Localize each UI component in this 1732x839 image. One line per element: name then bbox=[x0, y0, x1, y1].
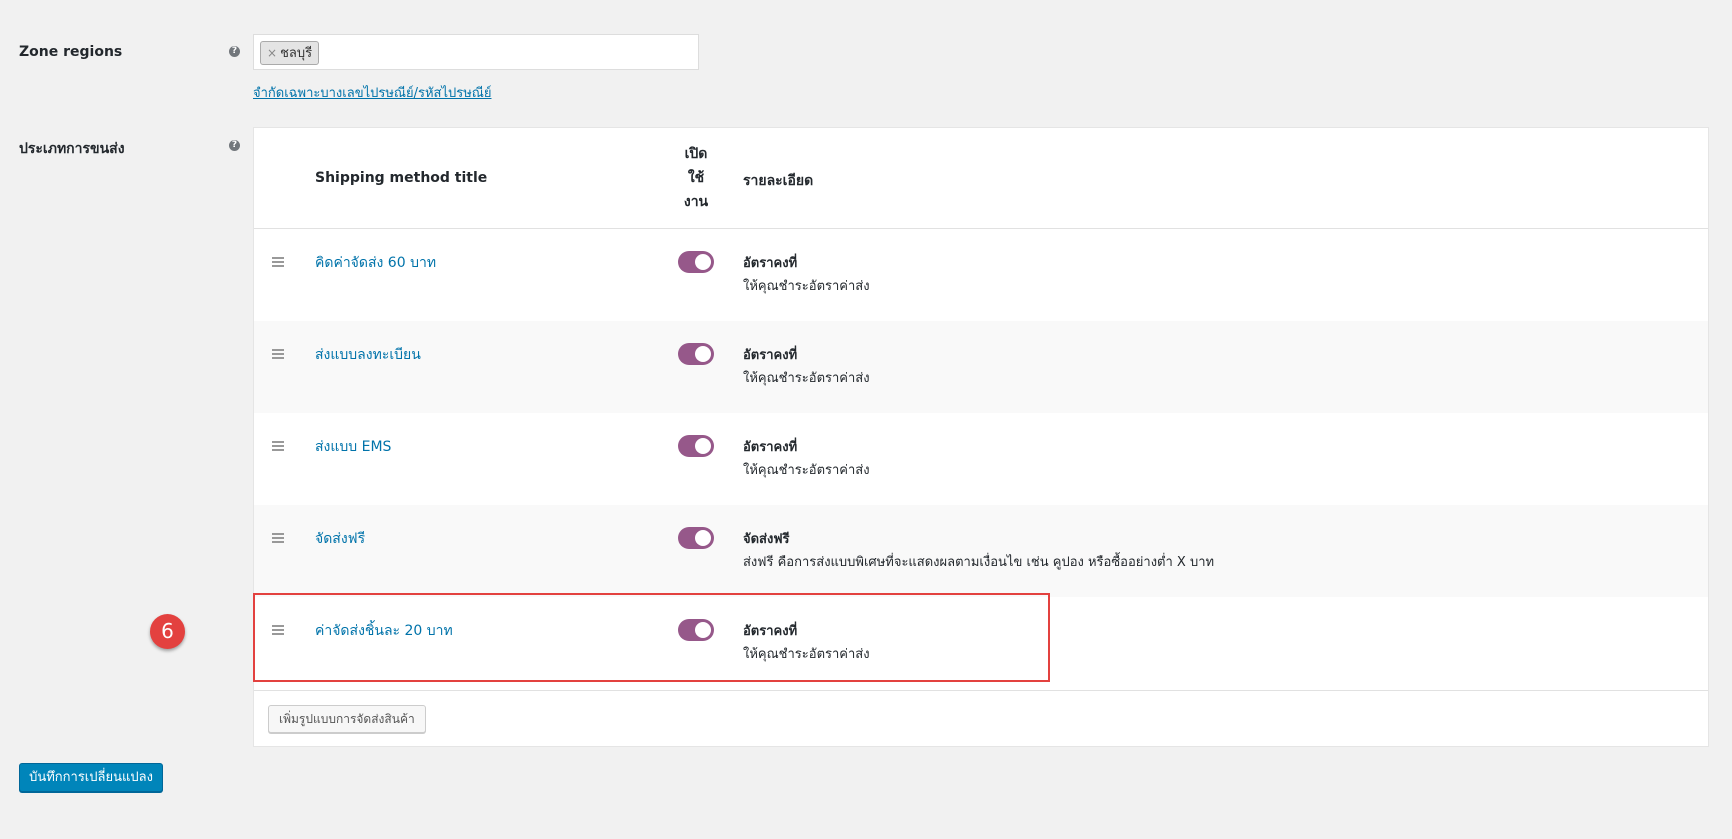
method-type: จัดส่งฟรี bbox=[743, 532, 790, 547]
zone-regions-label: Zone regions bbox=[19, 44, 123, 60]
method-type: อัตราคงที่ bbox=[743, 624, 798, 639]
enabled-toggle[interactable] bbox=[678, 435, 714, 457]
chip-remove-icon[interactable]: × bbox=[267, 46, 277, 60]
method-description: ให้คุณชำระอัตราค่าส่ง bbox=[743, 647, 870, 662]
enabled-toggle[interactable] bbox=[678, 619, 714, 641]
header-description: รายละเอียด bbox=[743, 173, 814, 189]
method-description: ให้คุณชำระอัตราค่าส่ง bbox=[743, 279, 870, 294]
limit-postcodes-link[interactable]: จำกัดเฉพาะบางเลขไปรษณีย์/รหัสไปรษณีย์ bbox=[253, 82, 491, 103]
method-type: อัตราคงที่ bbox=[743, 440, 798, 455]
table-row: จัดส่งฟรี จัดส่งฟรี ส่งฟรี คือการส่งแบบพ… bbox=[254, 505, 1708, 597]
method-title-link[interactable]: จัดส่งฟรี bbox=[315, 528, 365, 550]
drag-handle-icon[interactable] bbox=[272, 533, 284, 543]
region-chip: × ชลบุรี bbox=[260, 41, 320, 65]
enabled-toggle[interactable] bbox=[678, 343, 714, 365]
enabled-toggle[interactable] bbox=[678, 251, 714, 273]
method-description: ให้คุณชำระอัตราค่าส่ง bbox=[743, 463, 870, 478]
table-row: ค่าจัดส่งชิ้นละ 20 บาท อัตราคงที่ ให้คุณ… bbox=[254, 597, 1708, 689]
drag-handle-icon[interactable] bbox=[272, 625, 284, 635]
header-enabled-line: เปิด bbox=[684, 146, 708, 162]
shipping-methods-label: ประเภทการขนส่ง bbox=[19, 141, 125, 157]
enabled-toggle[interactable] bbox=[678, 527, 714, 549]
drag-handle-icon[interactable] bbox=[272, 257, 284, 267]
header-enabled: เปิด ใช้ งาน bbox=[676, 142, 716, 214]
save-changes-button[interactable]: บันทึกการเปลี่ยนแปลง bbox=[19, 763, 163, 792]
shipping-methods-table: Shipping method title เปิด ใช้ งาน รายละ… bbox=[253, 127, 1709, 747]
method-description: ให้คุณชำระอัตราค่าส่ง bbox=[743, 371, 870, 386]
add-shipping-method-button[interactable]: เพิ่มรูปแบบการจัดส่งสินค้า bbox=[268, 705, 426, 733]
drag-handle-icon[interactable] bbox=[272, 349, 284, 359]
zone-regions-input[interactable]: × ชลบุรี bbox=[253, 34, 699, 70]
method-type: อัตราคงที่ bbox=[743, 256, 798, 271]
table-row: คิดค่าจัดส่ง 60 บาท อัตราคงที่ ให้คุณชำร… bbox=[254, 229, 1708, 321]
table-header: Shipping method title เปิด ใช้ งาน รายละ… bbox=[254, 128, 1708, 229]
chip-label: ชลบุรี bbox=[280, 46, 313, 61]
header-enabled-line: ใช้ bbox=[687, 170, 705, 186]
table-row: ส่งแบบลงทะเบียน อัตราคงที่ ให้คุณชำระอัต… bbox=[254, 321, 1708, 413]
step-number-badge: 6 bbox=[150, 614, 185, 649]
help-icon[interactable]: ? bbox=[229, 140, 240, 151]
method-title-link[interactable]: ส่งแบบ EMS bbox=[315, 436, 391, 458]
method-title-link[interactable]: ส่งแบบลงทะเบียน bbox=[315, 344, 421, 366]
method-type: อัตราคงที่ bbox=[743, 348, 798, 363]
help-icon[interactable]: ? bbox=[229, 46, 240, 57]
header-enabled-line: งาน bbox=[683, 194, 709, 210]
table-footer: เพิ่มรูปแบบการจัดส่งสินค้า bbox=[254, 690, 1708, 748]
method-title-link[interactable]: ค่าจัดส่งชิ้นละ 20 บาท bbox=[315, 620, 453, 642]
header-title: Shipping method title bbox=[315, 170, 488, 186]
method-description: ส่งฟรี คือการส่งแบบพิเศษที่จะแสดงผลตามเง… bbox=[743, 555, 1215, 570]
drag-handle-icon[interactable] bbox=[272, 441, 284, 451]
method-title-link[interactable]: คิดค่าจัดส่ง 60 บาท bbox=[315, 252, 436, 274]
table-row: ส่งแบบ EMS อัตราคงที่ ให้คุณชำระอัตราค่า… bbox=[254, 413, 1708, 505]
